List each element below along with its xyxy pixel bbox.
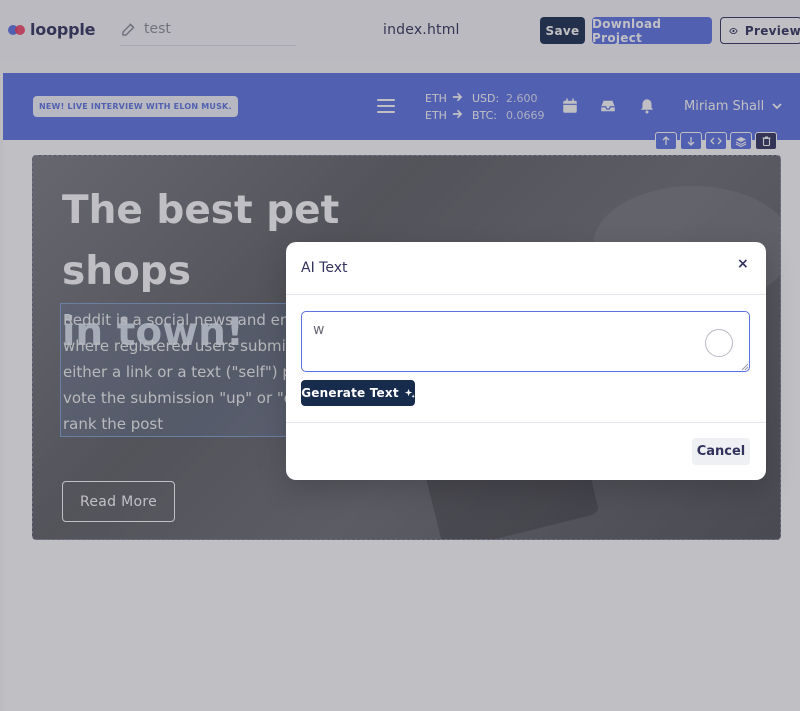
divider	[286, 294, 766, 295]
generate-text-button[interactable]: Generate Text	[301, 380, 415, 406]
cancel-button[interactable]: Cancel	[692, 438, 750, 465]
loading-spinner-icon	[705, 329, 733, 357]
sparkle-icon	[404, 388, 415, 398]
close-icon[interactable]: ×	[737, 256, 749, 272]
divider	[286, 422, 766, 423]
modal-title: AI Text	[301, 260, 348, 276]
generate-text-label: Generate Text	[301, 386, 399, 400]
ai-prompt-input[interactable]	[301, 311, 750, 372]
ai-text-modal: AI Text × Generate Text Cancel	[286, 242, 766, 480]
resize-handle-icon[interactable]	[741, 363, 749, 371]
